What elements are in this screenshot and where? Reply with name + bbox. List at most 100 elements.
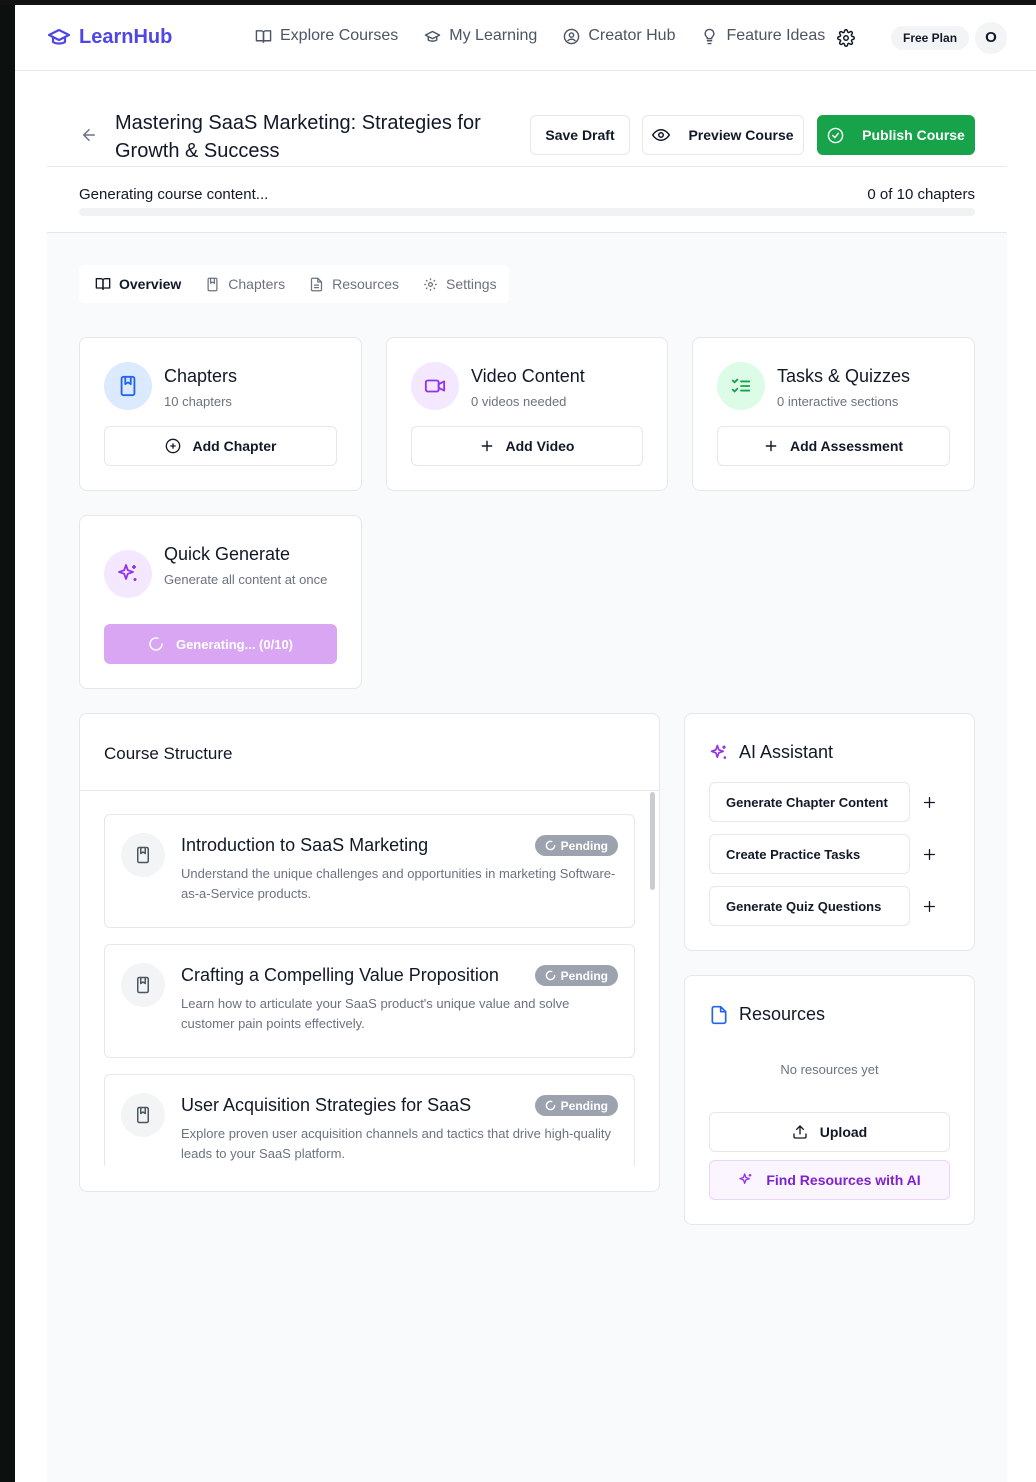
chapters-card: Chapters 10 chapters Add Chapter	[79, 337, 362, 491]
course-header: Mastering SaaS Marketing: Strategies for…	[47, 71, 1007, 233]
status-label: Pending	[560, 1098, 608, 1113]
user-circle-icon	[563, 28, 580, 45]
progress-count: 0 of 10 chapters	[867, 186, 975, 203]
book-open-icon	[255, 28, 272, 45]
arrow-left-icon[interactable]	[80, 126, 98, 144]
tasks-card-count: 0 interactive sections	[777, 394, 899, 409]
status-badge: Pending	[534, 965, 618, 986]
chapter-description: Understand the unique challenges and opp…	[181, 866, 616, 901]
resources-empty-text: No resources yet	[780, 1062, 879, 1077]
course-title: Mastering SaaS Marketing: Strategies for…	[115, 112, 481, 162]
add-chapter-button[interactable]: Add Chapter	[104, 426, 337, 466]
add-assessment-button[interactable]: Add Assessment	[717, 426, 950, 466]
tab-overview[interactable]: Overview	[95, 276, 181, 292]
loader-icon	[545, 840, 556, 851]
book-open-icon	[95, 276, 111, 292]
publish-course-button[interactable]: Publish Course	[817, 115, 975, 155]
tab-settings[interactable]: Settings	[423, 276, 497, 292]
graduation-cap-icon	[424, 28, 441, 45]
loader-icon	[545, 1100, 556, 1111]
preview-course-button[interactable]: Preview Course	[642, 115, 804, 155]
nav-link-label: Feature Ideas	[726, 27, 826, 44]
header-divider	[47, 166, 1007, 167]
tab-resources[interactable]: Resources	[309, 276, 399, 292]
chapter-description: Learn how to articulate your SaaS produc…	[181, 996, 570, 1031]
tab-label: Resources	[332, 276, 399, 292]
book-icon	[121, 1093, 165, 1137]
plus-icon	[480, 439, 494, 453]
plus-icon[interactable]	[923, 900, 936, 913]
nav-my-learning[interactable]: My Learning	[424, 27, 537, 45]
settings-gear-icon[interactable]	[837, 29, 855, 47]
loader-icon	[148, 636, 164, 652]
chapters-card-count: 10 chapters	[164, 394, 232, 409]
chapter-list[interactable]: Introduction to SaaS Marketing Pending U…	[104, 814, 635, 1166]
generate-quiz-questions-button[interactable]: Generate Quiz Questions	[709, 886, 910, 926]
chapter-title: Crafting a Compelling Value Proposition	[181, 965, 499, 985]
course-structure-card: Course Structure Introduction to SaaS Ma…	[79, 713, 660, 1192]
loader-icon	[545, 970, 556, 981]
nav-explore-courses[interactable]: Explore Courses	[255, 27, 398, 45]
nav-links: Explore Courses My Learning Creator Hub …	[255, 27, 825, 45]
brand-logo[interactable]: LearnHub	[47, 25, 172, 49]
video-camera-icon	[411, 362, 459, 410]
create-practice-tasks-button[interactable]: Create Practice Tasks	[709, 834, 910, 874]
main-content: Overview Chapters Resources Settings Cha…	[47, 233, 1007, 1482]
video-content-card: Video Content 0 videos needed Add Video	[386, 337, 668, 491]
tasks-quizzes-card: Tasks & Quizzes 0 interactive sections A…	[692, 337, 975, 491]
lightbulb-icon	[701, 28, 718, 45]
gear-icon	[423, 277, 438, 292]
ai-action-label: Generate Quiz Questions	[726, 898, 882, 914]
chapter-item[interactable]: Introduction to SaaS Marketing Pending U…	[104, 814, 635, 928]
book-icon	[104, 362, 152, 410]
publish-label: Publish Course	[862, 127, 965, 143]
status-label: Pending	[560, 838, 608, 853]
add-assessment-label: Add Assessment	[789, 438, 904, 454]
progress-label: Generating course content...	[79, 186, 269, 203]
file-text-icon	[309, 277, 324, 292]
tab-chapters[interactable]: Chapters	[205, 276, 285, 292]
list-checks-icon	[717, 362, 765, 410]
generating-button[interactable]: Generating... (0/10)	[104, 624, 337, 664]
resources-label: Resources	[739, 1004, 826, 1024]
add-video-label: Add Video	[505, 438, 575, 454]
check-circle-icon	[827, 127, 844, 144]
add-video-button[interactable]: Add Video	[411, 426, 643, 466]
plus-icon[interactable]	[923, 796, 936, 809]
bookmark-book-icon	[205, 277, 220, 292]
book-icon	[121, 833, 165, 877]
plus-icon[interactable]	[923, 848, 936, 861]
video-card-count: 0 videos needed	[471, 394, 567, 409]
quick-generate-title: Quick Generate	[164, 544, 291, 564]
app-window: LearnHub Explore Courses My Learning Cre…	[15, 5, 1036, 1482]
generate-chapter-content-button[interactable]: Generate Chapter Content	[709, 782, 910, 822]
plus-icon	[764, 439, 778, 453]
upload-button[interactable]: Upload	[709, 1112, 950, 1152]
ai-assistant-title: AI Assistant	[709, 742, 833, 763]
status-badge: Pending	[534, 1095, 618, 1116]
course-tabs: Overview Chapters Resources Settings	[79, 265, 509, 303]
generation-progress-bar	[79, 208, 975, 216]
chapter-title: User Acquisition Strategies for SaaS	[181, 1095, 472, 1115]
chapter-list-scrollbar[interactable]	[650, 792, 655, 890]
chapter-item[interactable]: User Acquisition Strategies for SaaS Pen…	[104, 1074, 635, 1166]
top-nav: LearnHub Explore Courses My Learning Cre…	[15, 5, 1036, 71]
status-label: Pending	[560, 968, 608, 983]
sparkles-icon	[104, 550, 152, 598]
desktop-edge	[0, 0, 15, 1482]
save-draft-button[interactable]: Save Draft	[530, 115, 630, 155]
sparkles-icon	[738, 1172, 754, 1188]
find-resources-ai-button[interactable]: Find Resources with AI	[709, 1160, 950, 1200]
user-avatar[interactable]: O	[975, 22, 1007, 54]
graduation-cap-icon	[47, 25, 71, 49]
nav-feature-ideas[interactable]: Feature Ideas	[701, 27, 825, 45]
tasks-card-title: Tasks & Quizzes	[777, 366, 911, 386]
status-badge: Pending	[534, 835, 618, 856]
eye-icon	[652, 126, 671, 144]
tab-label: Chapters	[228, 276, 286, 292]
chapter-description: Explore proven user acquisition channels…	[181, 1126, 611, 1161]
plan-badge[interactable]: Free Plan	[891, 26, 970, 50]
plus-circle-icon	[165, 438, 181, 454]
chapter-item[interactable]: Crafting a Compelling Value Proposition …	[104, 944, 635, 1058]
nav-creator-hub[interactable]: Creator Hub	[563, 27, 675, 45]
